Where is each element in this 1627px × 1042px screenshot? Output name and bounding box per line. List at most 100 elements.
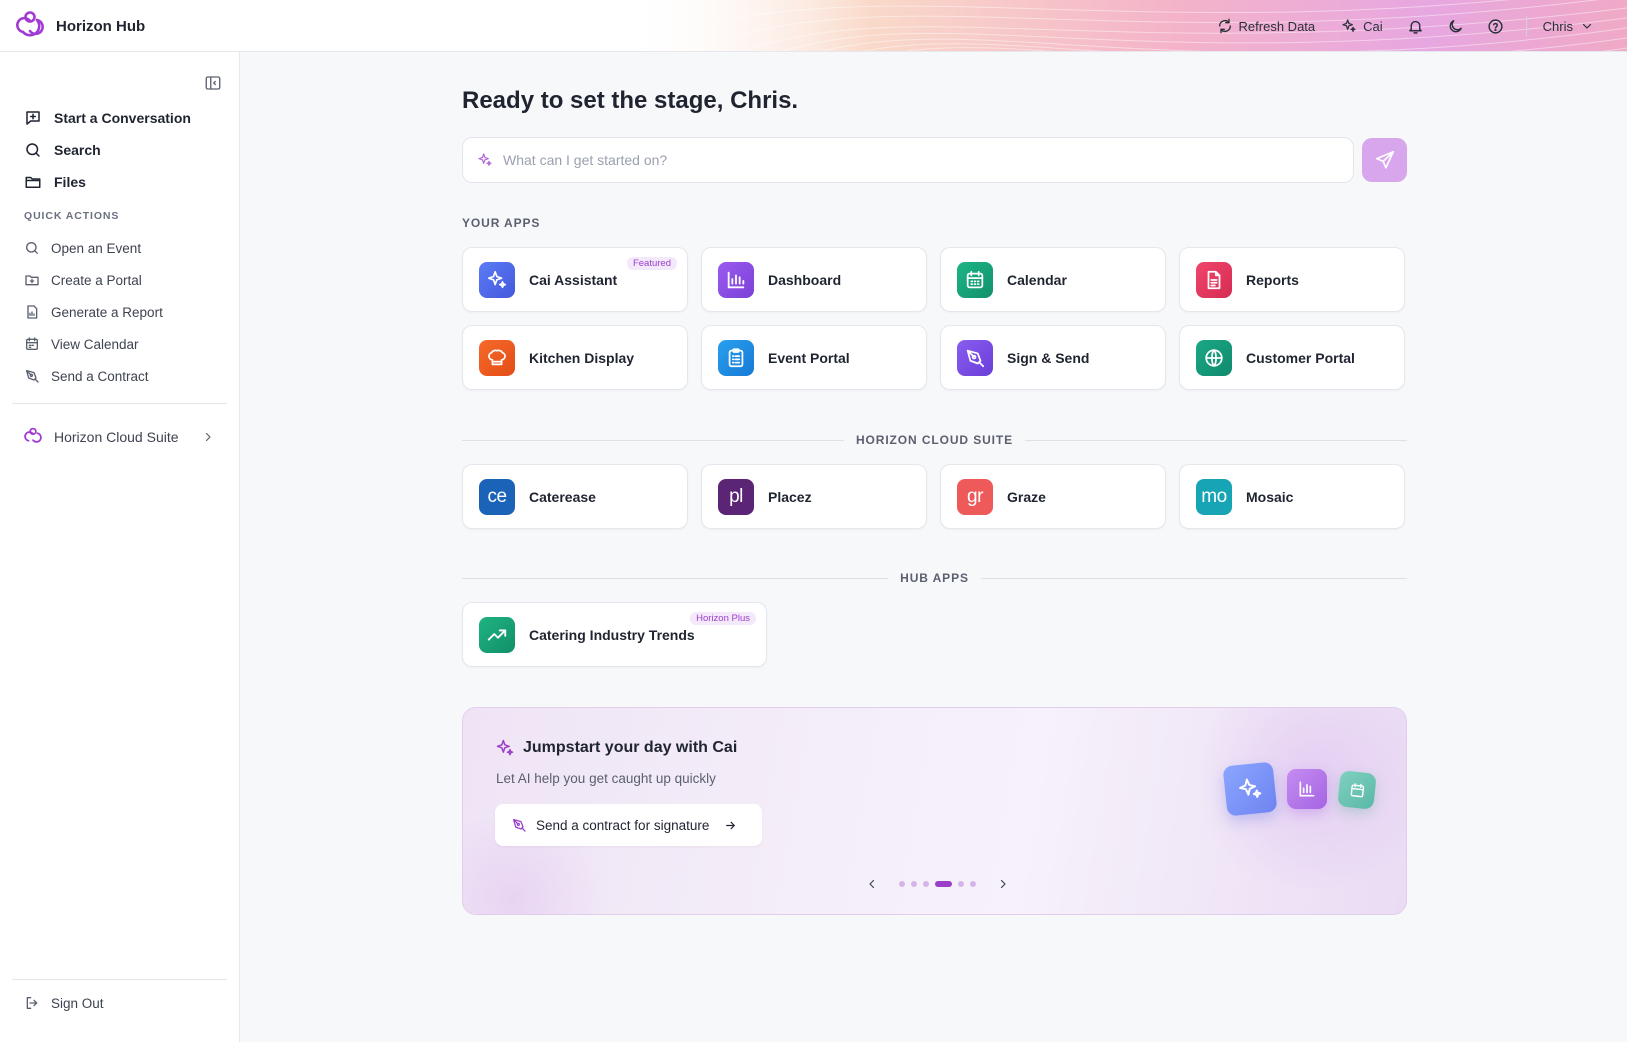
carousel-prev-button[interactable]: [863, 876, 881, 892]
app-card-calendar[interactable]: Calendar: [940, 247, 1166, 312]
app-icon: [957, 261, 993, 298]
horizon-logo-icon: [16, 11, 44, 37]
carousel-dot-active[interactable]: [935, 881, 952, 887]
sparkle-icon: [1239, 778, 1262, 798]
pen-icon: [26, 370, 39, 383]
bar-chart-icon: [1299, 781, 1315, 797]
app-icon: [479, 616, 515, 653]
arrow-right-icon: [726, 821, 736, 829]
promo-sparkle-tile: [1222, 761, 1278, 817]
top-actions: Refresh Data Cai Chris: [1204, 0, 1599, 51]
promo-illustration: [1222, 761, 1385, 824]
chevron-down-icon: [1582, 23, 1592, 29]
promo-carousel-controls: [863, 876, 1012, 892]
app-card-kitchen-display[interactable]: Kitchen Display: [462, 325, 688, 390]
app-card-sign-and-send[interactable]: Sign & Send: [940, 325, 1166, 390]
app-icon: [479, 261, 515, 298]
app-card-reports[interactable]: Reports: [1179, 247, 1405, 312]
promo-banner: Jumpstart your day with Cai Let AI help …: [462, 707, 1407, 915]
quick-action-label: View Calendar: [51, 336, 139, 352]
your-apps-heading: YOUR APPS: [462, 216, 541, 230]
sidebar-item-files[interactable]: Files: [14, 166, 228, 198]
pen-icon: [513, 819, 526, 832]
quick-actions-heading: QUICK ACTIONS: [24, 210, 120, 222]
promo-subtitle: Let AI help you get caught up quickly: [496, 771, 716, 786]
sparkle-icon: [1342, 19, 1356, 32]
calendar-icon: [1350, 782, 1364, 797]
app-card-graze[interactable]: gr Graze: [940, 464, 1166, 529]
sparkle-icon: [487, 270, 507, 288]
sign-out-button[interactable]: Sign Out: [14, 987, 228, 1019]
app-name: Event Portal: [768, 349, 850, 366]
send-button[interactable]: [1362, 138, 1407, 182]
brand[interactable]: Horizon Hub: [14, 10, 145, 42]
carousel-dot[interactable]: [958, 881, 964, 887]
app-card-event-portal[interactable]: Event Portal: [701, 325, 927, 390]
app-card-customer-portal[interactable]: Customer Portal: [1179, 325, 1405, 390]
app-card-catering-industry-trends[interactable]: Catering Industry Trends Horizon Plus: [462, 602, 767, 667]
sign-out-label: Sign Out: [51, 995, 104, 1011]
search-icon: [26, 242, 38, 254]
promo-chart-tile: [1287, 769, 1327, 809]
sidebar-collapse-icon[interactable]: [204, 74, 222, 92]
hub-apps-divider: HUB APPS: [462, 570, 1408, 586]
carousel-dot[interactable]: [970, 881, 976, 887]
refresh-icon: [1218, 18, 1231, 34]
report-icon: [27, 305, 38, 319]
moon-icon: [1449, 19, 1463, 32]
carousel-dot[interactable]: [911, 881, 917, 887]
bar-chart-icon: [727, 271, 745, 288]
quick-action-open-event[interactable]: Open an Event: [14, 232, 228, 264]
chat-plus-icon: [26, 111, 40, 125]
graze-logo-icon: gr: [957, 478, 993, 515]
promo-title-text: Jumpstart your day with Cai: [523, 739, 738, 756]
refresh-data-button[interactable]: Refresh Data: [1204, 10, 1329, 42]
send-icon: [1375, 150, 1394, 169]
notifications-button[interactable]: [1396, 10, 1436, 42]
help-button[interactable]: [1476, 10, 1516, 42]
divider-line: [980, 577, 1408, 579]
chevron-right-icon: [1000, 879, 1006, 889]
cai-button[interactable]: Cai: [1328, 10, 1396, 42]
promo-title: Jumpstart your day with Cai: [495, 738, 737, 758]
chevron-left-icon: [869, 879, 875, 889]
search-icon: [26, 143, 40, 157]
theme-toggle-button[interactable]: [1436, 10, 1476, 42]
sidebar-divider: [12, 979, 227, 980]
trend-up-icon: [487, 629, 507, 640]
quick-action-label: Create a Portal: [51, 272, 142, 288]
app-card-caterease[interactable]: ce Caterease: [462, 464, 688, 529]
prompt-input[interactable]: [503, 152, 1323, 168]
app-card-placez[interactable]: pl Placez: [701, 464, 927, 529]
sidebar-item-horizon-cloud-suite[interactable]: Horizon Cloud Suite: [14, 420, 228, 454]
sidebar-item-start-conversation[interactable]: Start a Conversation: [14, 102, 228, 134]
send-contract-action-button[interactable]: Send a contract for signature: [495, 804, 762, 846]
pen-icon: [966, 349, 985, 367]
user-name: Chris: [1542, 18, 1573, 34]
quick-action-generate-report[interactable]: Generate a Report: [14, 296, 228, 328]
caterease-logo-icon: ce: [479, 478, 515, 515]
quick-action-create-portal[interactable]: Create a Portal: [14, 264, 228, 296]
quick-action-view-calendar[interactable]: View Calendar: [14, 328, 228, 360]
app-card-cai-assistant[interactable]: Cai Assistant Featured: [462, 247, 688, 312]
app-name: Sign & Send: [1007, 349, 1090, 366]
app-icon: [1196, 261, 1232, 298]
carousel-next-button[interactable]: [994, 876, 1012, 892]
sidebar-main-nav: Start a Conversation Search Files: [14, 102, 228, 198]
app-card-dashboard[interactable]: Dashboard: [701, 247, 927, 312]
app-name: Caterease: [529, 488, 596, 505]
quick-action-send-contract[interactable]: Send a Contract: [14, 360, 228, 392]
folder-plus-icon: [25, 275, 39, 286]
app-card-mosaic[interactable]: mo Mosaic: [1179, 464, 1405, 529]
app-name: Cai Assistant: [529, 271, 618, 288]
page-title: Ready to set the stage, Chris.: [462, 87, 799, 114]
mosaic-logo-icon: mo: [1196, 478, 1232, 515]
carousel-dot[interactable]: [923, 881, 929, 887]
user-menu-button[interactable]: Chris: [1537, 19, 1599, 34]
document-icon: [1207, 270, 1221, 289]
sidebar-item-search[interactable]: Search: [14, 134, 228, 166]
hub-apps-heading: HUB APPS: [900, 571, 969, 585]
horizon-cloud-suite-divider: HORIZON CLOUD SUITE: [462, 432, 1408, 448]
carousel-dot[interactable]: [899, 881, 905, 887]
app-icon: [718, 339, 754, 376]
